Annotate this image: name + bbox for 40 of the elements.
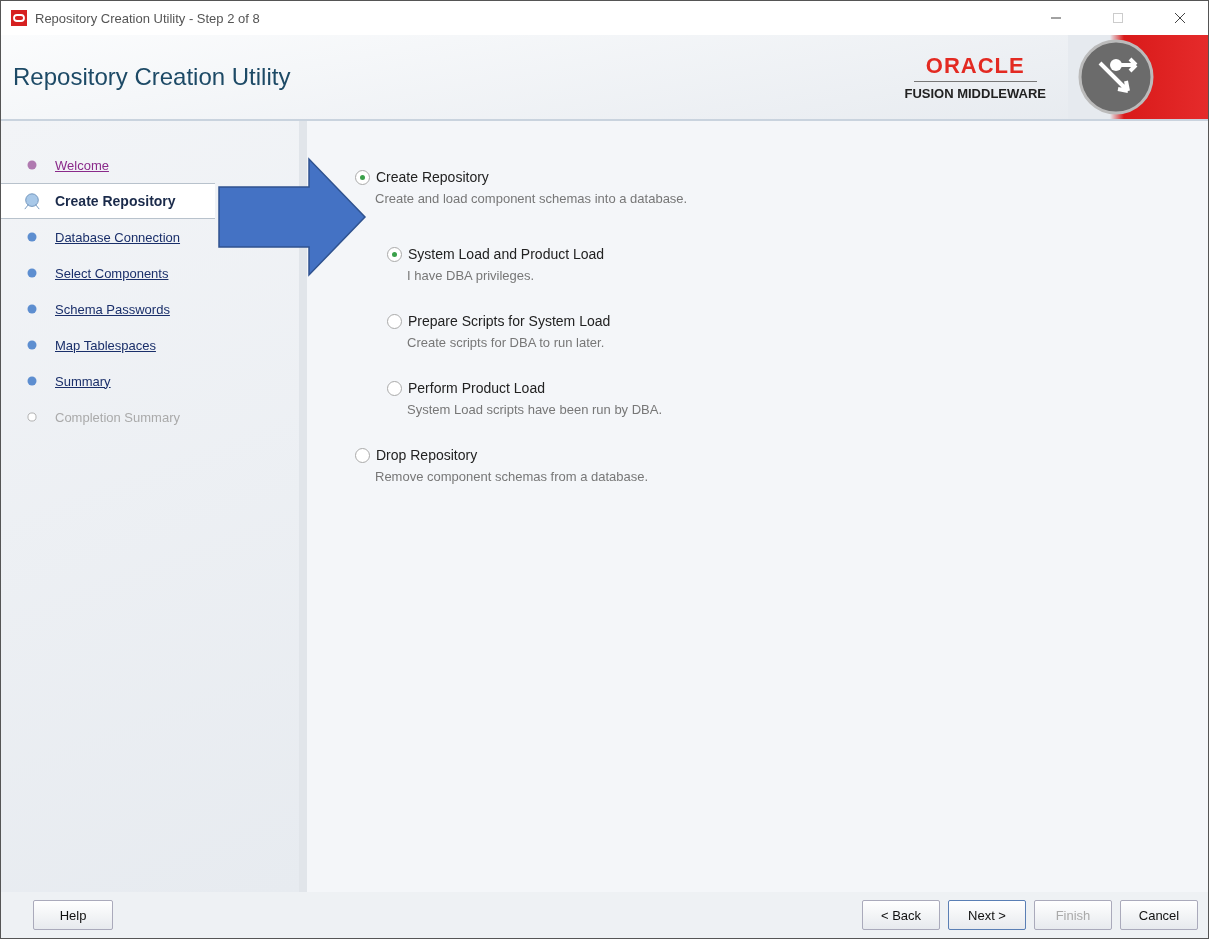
option-label: Prepare Scripts for System Load bbox=[408, 313, 611, 329]
step-item[interactable]: Select Components bbox=[1, 255, 215, 291]
wizard-button[interactable]: Cancel bbox=[1120, 900, 1198, 930]
radio-option[interactable]: System Load and Product Load bbox=[387, 246, 1208, 262]
maximize-icon[interactable] bbox=[1112, 12, 1124, 24]
brand-logo-text: ORACLE bbox=[913, 53, 1037, 82]
option-label: Perform Product Load bbox=[408, 380, 545, 396]
header-title: Repository Creation Utility bbox=[12, 63, 291, 91]
wizard-button[interactable]: < Back bbox=[862, 900, 940, 930]
option-label: Drop Repository bbox=[376, 447, 478, 463]
radio-option[interactable]: Perform Product Load bbox=[387, 380, 1208, 396]
close-icon[interactable] bbox=[1174, 12, 1186, 24]
option-description: I have DBA privileges. bbox=[407, 268, 536, 283]
arrows-emblem-icon bbox=[1076, 37, 1156, 117]
step-item[interactable]: Summary bbox=[1, 363, 215, 399]
window-title: Repository Creation Utility - Step 2 of 8 bbox=[35, 10, 260, 26]
app-icon bbox=[11, 10, 27, 26]
radio-button[interactable] bbox=[355, 169, 370, 185]
radio-option[interactable]: Create Repository bbox=[355, 169, 1208, 185]
step-item[interactable]: Schema Passwords bbox=[1, 291, 215, 327]
radio-button[interactable] bbox=[387, 380, 402, 396]
wizard-button[interactable]: Next > bbox=[948, 900, 1026, 930]
option-label: System Load and Product Load bbox=[408, 246, 605, 262]
radio-option[interactable]: Prepare Scripts for System Load bbox=[387, 313, 1208, 329]
radio-button[interactable] bbox=[355, 447, 370, 463]
option-description: Create scripts for DBA to run later. bbox=[407, 335, 606, 350]
product-name: FUSION MIDDLEWARE bbox=[904, 85, 1046, 101]
step-item[interactable]: Database Connection bbox=[1, 219, 215, 255]
option-label: Create Repository bbox=[376, 169, 489, 185]
help-button[interactable]: Help bbox=[33, 900, 113, 930]
option-description: Create and load component schemas into a database. bbox=[375, 191, 689, 206]
radio-option[interactable]: Drop Repository bbox=[355, 447, 1208, 463]
step-item[interactable]: Create Repository bbox=[1, 183, 215, 219]
radio-button[interactable] bbox=[387, 246, 402, 262]
step-item[interactable]: Welcome bbox=[1, 147, 215, 183]
step-item[interactable]: Map Tablespaces bbox=[1, 327, 215, 363]
option-description: Remove component schemas from a database. bbox=[375, 469, 650, 484]
radio-button[interactable] bbox=[387, 313, 402, 329]
option-description: System Load scripts have been run by DBA. bbox=[407, 402, 664, 417]
step-node-icon bbox=[23, 192, 41, 210]
